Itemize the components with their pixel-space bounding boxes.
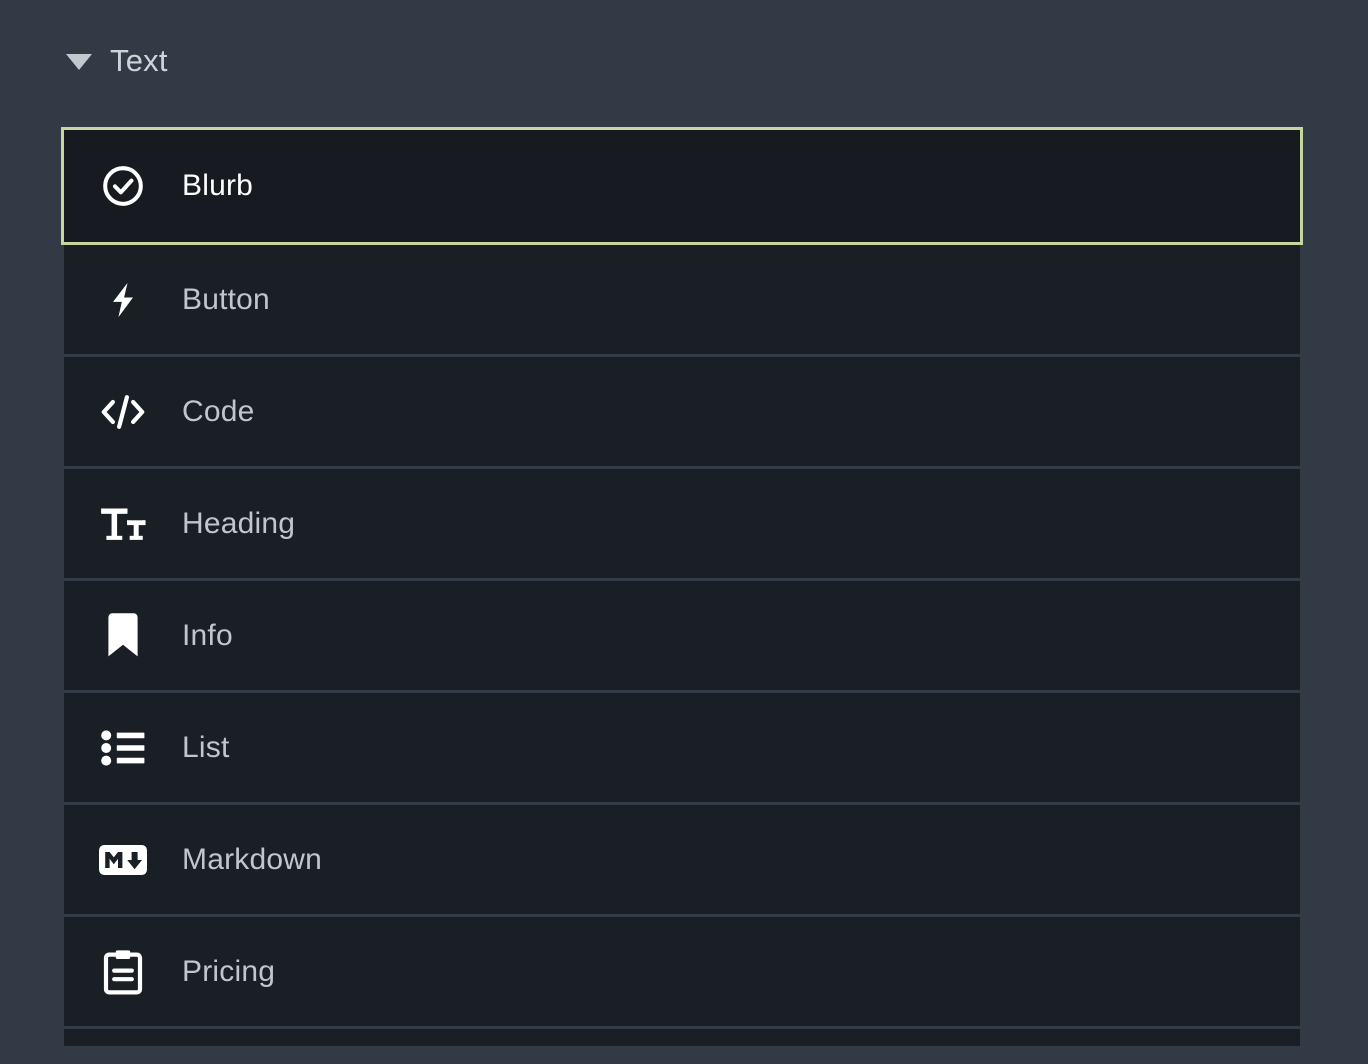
list-item-pricing[interactable]: Pricing	[64, 917, 1300, 1029]
lightning-bolt-icon	[64, 277, 182, 323]
list-item-label: Code	[182, 394, 255, 428]
list-item-heading[interactable]: Heading	[64, 469, 1300, 581]
list-item-info[interactable]: Info	[64, 581, 1300, 693]
list-item-label: Button	[182, 282, 270, 316]
triangle-down-icon[interactable]	[66, 53, 92, 70]
list-item-code[interactable]: Code	[64, 357, 1300, 469]
list-item-partial[interactable]	[64, 1029, 1300, 1046]
text-size-icon	[64, 502, 182, 546]
code-brackets-icon	[64, 390, 182, 434]
check-circle-icon	[64, 163, 182, 209]
text-component-list: Blurb Button Code Heading Info List Mark…	[61, 127, 1303, 1046]
list-item-markdown[interactable]: Markdown	[64, 805, 1300, 917]
bulleted-list-icon	[64, 727, 182, 769]
section-title: Text	[110, 42, 168, 78]
list-item-button[interactable]: Button	[64, 245, 1300, 357]
list-item-label: Blurb	[182, 169, 254, 202]
list-item-label: List	[182, 730, 230, 764]
bookmark-icon	[64, 612, 182, 660]
list-item-label: Heading	[182, 506, 296, 540]
text-section: Text Blurb Button Code Heading Info List…	[0, 0, 1368, 1046]
markdown-icon	[64, 844, 182, 876]
list-item-label: Info	[182, 618, 233, 652]
list-item-blurb[interactable]: Blurb	[61, 127, 1303, 245]
list-item-label: Pricing	[182, 954, 276, 988]
section-header-text[interactable]: Text	[0, 0, 1368, 76]
list-item-list[interactable]: List	[64, 693, 1300, 805]
clipboard-icon	[64, 948, 182, 996]
list-item-label: Markdown	[182, 842, 322, 876]
